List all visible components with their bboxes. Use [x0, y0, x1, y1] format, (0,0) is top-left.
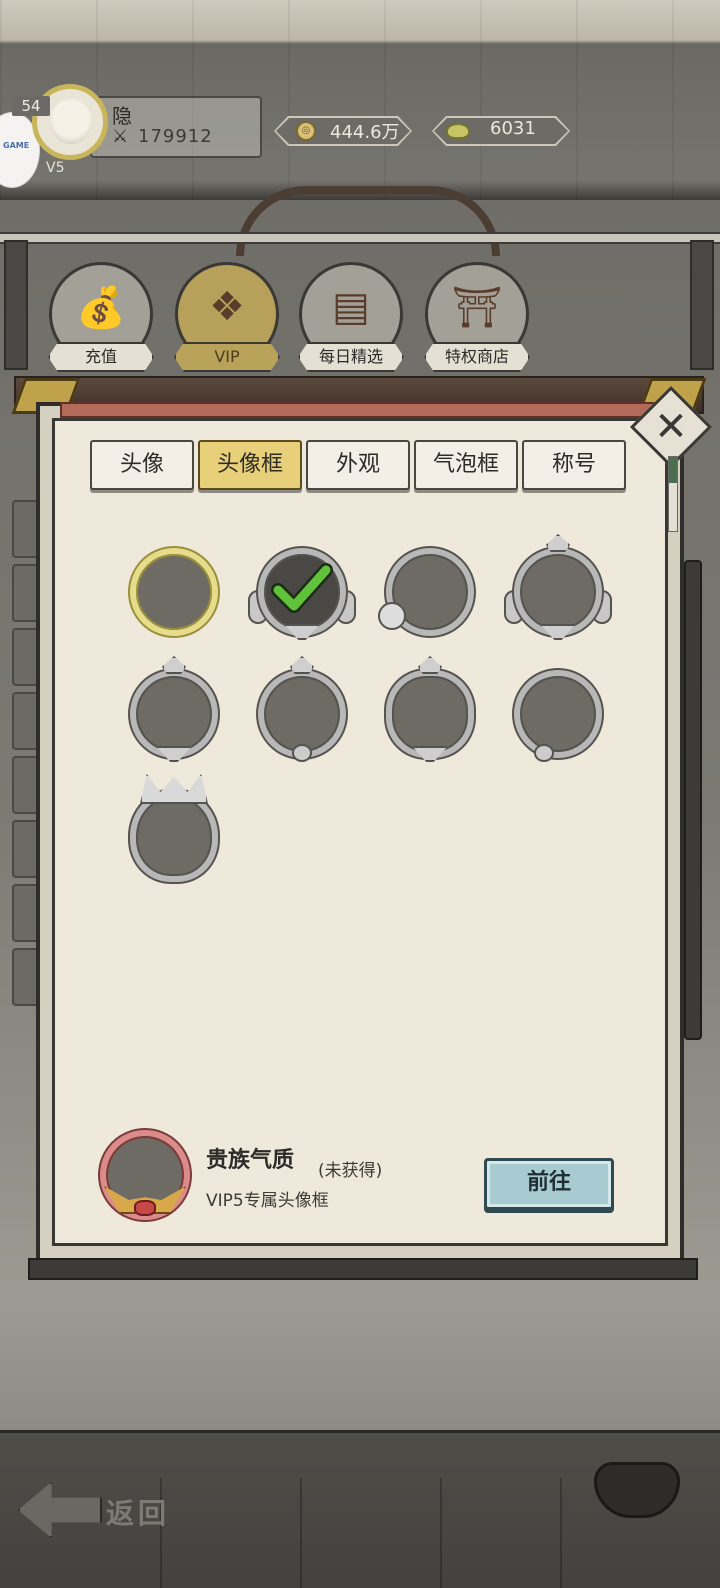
frame-ring	[514, 548, 602, 636]
frame-option-dragon-heart[interactable]	[126, 774, 222, 882]
frame-pearl	[534, 744, 554, 762]
frame-ring	[514, 670, 602, 758]
frame-description: VIP5专属头像框	[206, 1191, 329, 1211]
shop-tab-privilege[interactable]: ⛩ 特权商店	[424, 262, 530, 374]
frame-pearl	[292, 744, 312, 762]
coin-icon: ◎	[296, 121, 316, 141]
frame-option-crest[interactable]	[126, 656, 222, 762]
player-vip-label: V5	[46, 160, 65, 176]
shop-tab-label: 特权商店	[424, 342, 530, 372]
tab-avatar-frame[interactable]: 头像框	[198, 440, 302, 490]
frame-option-star-pearl[interactable]	[254, 656, 350, 762]
frame-status: (未获得)	[318, 1161, 383, 1181]
right-side-rail	[684, 560, 702, 1040]
frame-option-knot[interactable]	[378, 544, 478, 640]
screen: GAME 54 V5 隐 ⚔ 179912 ◎ 444.6万 6031 💰 充值…	[0, 0, 720, 1588]
frame-option-pearl[interactable]	[510, 666, 606, 762]
go-button[interactable]: 前往	[484, 1158, 614, 1210]
money-bag-glyph: 💰	[76, 285, 126, 331]
player-avatar	[50, 98, 92, 144]
shop-tab-daily[interactable]: ▤ 每日精选	[298, 262, 404, 374]
roof-beam	[0, 232, 720, 244]
combat-power-value: 179912	[138, 126, 213, 147]
coin-amount: 444.6万	[330, 122, 400, 143]
frame-knot	[378, 602, 406, 630]
shop-gate-glyph: ⛩	[451, 285, 503, 331]
treasure-chest-glyph: ▤	[332, 284, 370, 330]
crossed-swords-icon: ⚔	[112, 126, 129, 147]
frame-name: 贵族气质	[206, 1147, 295, 1173]
scroll-bottom-rod	[28, 1258, 698, 1280]
shop-tab-label: 每日精选	[298, 342, 404, 372]
close-icon[interactable]: ✕	[642, 398, 700, 456]
left-pillar	[4, 240, 28, 370]
frame-option-crown-wings[interactable]	[504, 534, 612, 640]
frame-horns	[140, 774, 208, 804]
tab-appearance[interactable]: 外观	[306, 440, 410, 490]
tassel-decoration	[668, 456, 678, 532]
floor-plank	[560, 1478, 562, 1588]
tab-avatar[interactable]: 头像	[90, 440, 194, 490]
back-button-label[interactable]: 返回	[106, 1492, 170, 1532]
frame-ring	[386, 670, 474, 758]
shop-tab-recharge[interactable]: 💰 充值	[48, 262, 154, 374]
assistant-badge-text: GAME	[3, 141, 30, 150]
scroll-red-band	[60, 402, 660, 418]
frame-option-lotus[interactable]	[382, 656, 478, 762]
roof-arch	[236, 186, 500, 256]
check-icon	[271, 563, 333, 613]
floor-plank	[300, 1478, 302, 1588]
player-name: 隐	[112, 104, 132, 128]
shop-tab-vip[interactable]: ❖ VIP	[174, 262, 280, 374]
tab-bubble-frame[interactable]: 气泡框	[414, 440, 518, 490]
shop-tab-label: VIP	[174, 342, 280, 372]
ingot-amount: 6031	[490, 118, 536, 139]
frame-option-selected[interactable]	[248, 544, 356, 640]
frame-ring	[130, 670, 218, 758]
player-level-badge: 54	[12, 96, 50, 116]
tab-title[interactable]: 称号	[522, 440, 626, 490]
frame-option-gold-ring[interactable]	[126, 544, 222, 640]
vip-emblem-glyph: ❖	[209, 284, 245, 330]
floor-plank	[440, 1478, 442, 1588]
ingot-icon	[446, 123, 470, 139]
preview-gem-ornament	[134, 1200, 156, 1216]
frame-ring	[130, 548, 218, 636]
right-pillar	[690, 240, 714, 370]
shop-tab-label: 充值	[48, 342, 154, 372]
